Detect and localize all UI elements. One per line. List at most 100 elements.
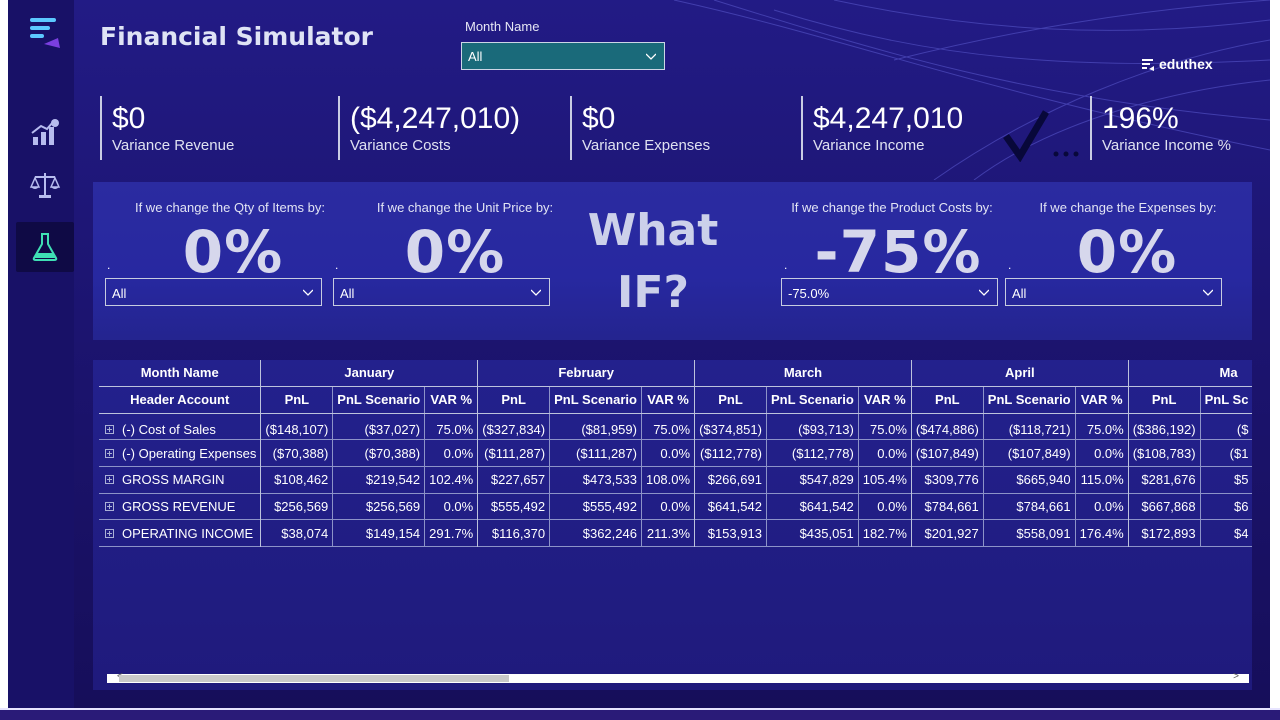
value-cell: ($118,721) xyxy=(982,413,1076,440)
value-cell: 75.0% xyxy=(424,413,478,440)
month-header[interactable]: February xyxy=(477,360,695,387)
month-header[interactable]: April xyxy=(910,360,1129,387)
what-if-title-line1: What xyxy=(587,205,719,256)
menu-icon[interactable] xyxy=(16,8,74,58)
scrollbar-thumb[interactable] xyxy=(119,675,509,682)
month-filter-dropdown[interactable]: All xyxy=(461,42,665,70)
col-header[interactable]: PnL xyxy=(694,386,767,414)
what-if-title: What IF? xyxy=(573,200,733,324)
price-dropdown-value: All xyxy=(340,286,355,301)
month-header[interactable]: March xyxy=(694,360,912,387)
growth-chart-icon[interactable] xyxy=(16,108,74,158)
flask-icon[interactable] xyxy=(16,222,74,272)
value-cell: ($474,886) xyxy=(910,413,984,440)
value-cell: ($108,783) xyxy=(1127,439,1201,467)
value-cell: ($1 xyxy=(1199,439,1252,467)
value-cell: 0.0% xyxy=(640,493,695,520)
account-cell[interactable]: GROSS MARGIN xyxy=(99,466,261,493)
table-row: GROSS REVENUE $256,569 $256,569 0.0% $555,49… xyxy=(99,493,1252,520)
col-header[interactable]: PnL Scenario xyxy=(549,386,642,414)
col-header[interactable]: VAR % xyxy=(640,386,695,414)
expand-icon[interactable] xyxy=(105,475,114,485)
value-cell: $153,913 xyxy=(694,519,767,547)
col-header[interactable]: VAR % xyxy=(857,386,912,414)
col-header[interactable]: PnL xyxy=(910,386,984,414)
value-cell: 75.0% xyxy=(640,413,695,440)
kpi-label: Variance Expenses xyxy=(582,137,711,154)
col-header[interactable]: VAR % xyxy=(1074,386,1129,414)
expand-icon[interactable] xyxy=(105,528,114,538)
expand-icon[interactable] xyxy=(105,424,114,434)
expand-icon[interactable] xyxy=(105,448,114,458)
account-cell[interactable]: GROSS REVENUE xyxy=(99,493,261,520)
scroll-right-arrow[interactable]: > xyxy=(1233,671,1239,682)
expenses-dropdown[interactable]: All xyxy=(1005,278,1222,306)
costs-dropdown[interactable]: -75.0% xyxy=(781,278,998,306)
value-cell: $219,542 xyxy=(332,466,425,494)
col-header[interactable]: PnL Scenario xyxy=(982,386,1076,414)
col-header[interactable]: PnL xyxy=(1127,386,1201,414)
col-header[interactable]: PnL Scenario xyxy=(765,386,859,414)
value-cell: ($107,849) xyxy=(910,439,984,467)
pnl-matrix: Month Name January February March April … xyxy=(99,360,1252,547)
expenses-value: 0% xyxy=(1076,218,1178,286)
page-tab-bar xyxy=(0,708,1280,720)
value-cell: ($37,027) xyxy=(332,413,425,440)
page-title: Financial Simulator xyxy=(100,22,373,51)
costs-slider-handle[interactable]: . xyxy=(784,258,787,272)
col-header[interactable]: PnL Scenario xyxy=(332,386,425,414)
value-cell: $38,074 xyxy=(260,519,333,547)
qty-value: 0% xyxy=(182,218,284,286)
value-cell: ($148,107) xyxy=(260,413,333,440)
chevron-down-icon xyxy=(303,289,313,296)
value-cell: 105.4% xyxy=(857,466,912,494)
expenses-slider-handle[interactable]: . xyxy=(1008,258,1011,272)
table-row: (-) Operating Expenses ($70,388) ($70,388)… xyxy=(99,439,1252,467)
value-cell: $473,533 xyxy=(549,466,642,494)
col-header[interactable]: VAR % xyxy=(424,386,478,414)
value-cell: 0.0% xyxy=(857,493,912,520)
account-cell[interactable]: OPERATING INCOME xyxy=(99,520,261,547)
account-label: (-) Cost of Sales xyxy=(122,421,216,437)
value-cell: ($ xyxy=(1199,413,1252,440)
qty-slider-handle[interactable]: . xyxy=(107,258,110,272)
kpi-label: Variance Income % xyxy=(1102,137,1231,154)
value-cell: 115.0% xyxy=(1074,466,1129,494)
value-cell: $641,542 xyxy=(765,493,859,520)
row-header[interactable]: Header Account xyxy=(99,386,261,414)
value-cell: ($93,713) xyxy=(765,413,859,440)
col-header[interactable]: PnL Sc xyxy=(1199,386,1252,414)
row-group-header[interactable]: Month Name xyxy=(99,360,261,387)
value-cell: $362,246 xyxy=(549,519,642,547)
costs-dropdown-value: -75.0% xyxy=(788,286,830,301)
kpi-value: $4,247,010 xyxy=(813,102,964,135)
price-dropdown[interactable]: All xyxy=(333,278,550,306)
kpi-variance-expenses: $0 Variance Expenses xyxy=(570,96,790,160)
price-slider-handle[interactable]: . xyxy=(335,258,338,272)
value-cell: $5 xyxy=(1199,466,1252,494)
balance-scale-icon[interactable] xyxy=(16,160,74,210)
report-canvas: Financial Simulator Month Name All eduth… xyxy=(8,0,1270,708)
account-label: OPERATING INCOME xyxy=(122,525,254,541)
month-filter-label: Month Name xyxy=(465,19,540,34)
checkmark-icon xyxy=(1003,110,1079,162)
kpi-label: Variance Costs xyxy=(350,137,451,154)
col-header[interactable]: PnL xyxy=(260,386,333,414)
table-row: (-) Cost of Sales ($148,107) ($37,027) 75.0… xyxy=(99,413,1252,440)
col-header[interactable]: PnL xyxy=(477,386,550,414)
month-header[interactable]: January xyxy=(260,360,478,387)
value-cell: $6 xyxy=(1199,493,1252,520)
value-cell: $555,492 xyxy=(477,493,550,520)
horizontal-scrollbar[interactable]: < > xyxy=(107,671,1249,683)
month-header[interactable]: Ma xyxy=(1127,360,1252,387)
expand-icon[interactable] xyxy=(105,501,114,511)
value-cell: $256,569 xyxy=(332,493,425,520)
qty-dropdown[interactable]: All xyxy=(105,278,322,306)
qty-caption: If we change the Qty of Items by: xyxy=(134,200,326,215)
value-cell: $665,940 xyxy=(982,466,1076,494)
account-cell[interactable]: (-) Cost of Sales xyxy=(99,413,261,440)
chevron-down-icon xyxy=(1203,289,1213,296)
account-cell[interactable]: (-) Operating Expenses xyxy=(99,440,261,467)
kpi-value: $0 xyxy=(582,102,616,135)
expenses-dropdown-value: All xyxy=(1012,286,1027,301)
